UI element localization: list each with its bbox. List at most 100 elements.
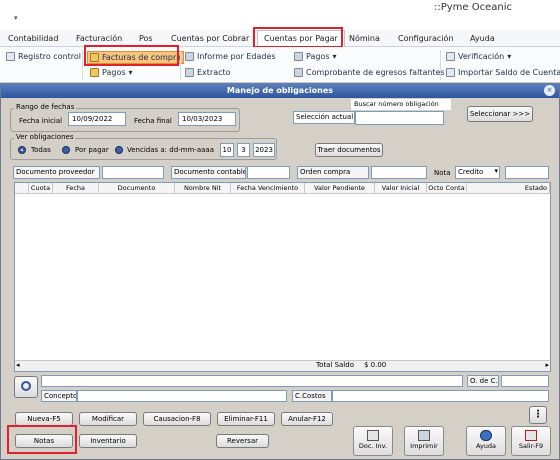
horizontal-scrollbar[interactable]: ◂ ▸ [15, 360, 550, 371]
total-saldo-value: $ 0.00 [364, 361, 387, 369]
orden-compra-label: Orden compra [297, 166, 369, 179]
todas-radio[interactable] [18, 146, 26, 154]
notas-button[interactable]: Notas [15, 434, 73, 448]
tab-pos[interactable]: Pos [139, 34, 153, 43]
scroll-left-icon[interactable]: ◂ [16, 361, 20, 369]
salir-label: Salir-F9 [518, 442, 544, 450]
fecha-inicial-input[interactable]: 10/09/2022 [68, 112, 126, 126]
verificacion-button[interactable]: Verificación ▾ [446, 52, 511, 61]
inventario-button[interactable]: Inventario [79, 434, 137, 448]
causacion-button[interactable]: Causacion-F8 [143, 412, 211, 426]
quick-access-dropdown-icon[interactable]: ▾ [14, 14, 18, 22]
eliminar-button[interactable]: Eliminar-F11 [217, 412, 275, 426]
informe-edades-button[interactable]: Informe por Edades [185, 52, 276, 61]
total-saldo-label: Total Saldo [316, 361, 354, 369]
scroll-right-icon[interactable]: ▸ [545, 361, 549, 369]
comprobante-egresos-button[interactable]: Comprobante de egresos faltantes [294, 68, 445, 77]
facturas-compra-label: Facturas de compra [102, 53, 182, 62]
pagos-button[interactable]: Pagos ▾ [294, 52, 337, 61]
buscar-label: Buscar número obligación [351, 99, 451, 110]
odec-input[interactable] [501, 375, 549, 387]
obligaciones-table[interactable]: Cuota Fecha Documento Nombre Nit Fecha V… [14, 182, 551, 372]
concepto-label: Concepto [41, 390, 77, 402]
tab-cuentas-por-pagar[interactable]: Cuentas por Pagar [257, 30, 345, 47]
app-titlebar: ▾ ::Pyme Oceanic [0, 0, 560, 30]
orden-compra-input[interactable] [371, 166, 427, 179]
invoice-icon [90, 53, 99, 62]
column-header[interactable]: Octo Conta [427, 183, 467, 194]
ribbon-tabs: Contabilidad Facturación Pos Cuentas por… [0, 30, 560, 47]
payments-icon [90, 68, 99, 77]
check-icon [446, 52, 455, 61]
ribbon-separator [180, 50, 181, 80]
printer-icon [185, 68, 194, 77]
doc-inv-label: Doc. Inv. [358, 442, 388, 450]
traer-documentos-button[interactable]: Traer documentos [315, 143, 383, 157]
tab-facturacion[interactable]: Facturación [76, 34, 122, 43]
tab-cuentas-por-cobrar[interactable]: Cuentas por Cobrar [171, 34, 249, 43]
doc-inv-button[interactable]: Doc. Inv. [353, 426, 393, 456]
concepto-input[interactable] [77, 390, 287, 402]
help-icon [480, 430, 492, 441]
column-header[interactable]: Estado [467, 183, 550, 194]
fecha-final-input[interactable]: 10/03/2023 [178, 112, 236, 126]
detalle-input[interactable] [41, 375, 463, 387]
column-header[interactable]: Valor Pendiente [305, 183, 375, 194]
nota-select-value: Credito [458, 168, 484, 176]
column-header[interactable]: Valor Inicial [375, 183, 427, 194]
importar-saldo-button[interactable]: Importar Saldo de Cuentas p [446, 68, 560, 77]
ribbon-separator [82, 50, 83, 80]
ribbon: Registro control Facturas de compra Pago… [0, 47, 560, 83]
imprimir-button[interactable]: Imprimir [404, 426, 444, 456]
vencidas-label: Vencidas a: dd-mm-aaaa [127, 146, 214, 154]
doc-contable-input[interactable] [247, 166, 290, 179]
printer-icon [294, 52, 303, 61]
salir-button[interactable]: Salir-F9 [511, 426, 551, 456]
seleccion-actual-input[interactable] [355, 111, 444, 125]
vencidas-radio[interactable] [115, 146, 123, 154]
column-header[interactable]: Cuota [29, 183, 53, 194]
search-button[interactable] [14, 376, 38, 398]
tab-nomina[interactable]: Nómina [349, 34, 380, 43]
nota-select[interactable]: Credito ▾ [455, 166, 500, 179]
nueva-button[interactable]: Nueva-F5 [15, 412, 73, 426]
reversar-button[interactable]: Reversar [216, 434, 269, 448]
doc-proveedor-input[interactable] [102, 166, 164, 179]
tab-configuracion[interactable]: Configuración [398, 34, 454, 43]
fecha-final-label: Fecha final [134, 117, 172, 125]
seleccionar-button[interactable]: Seleccionar >>> [467, 106, 533, 122]
vencidas-day-input[interactable]: 10 [220, 143, 234, 157]
por-pagar-radio[interactable] [62, 146, 70, 154]
ccostos-input[interactable] [332, 390, 549, 402]
pagos-left-button[interactable]: Pagos ▾ [90, 68, 133, 77]
modificar-button[interactable]: Modificar [79, 412, 137, 426]
doc-proveedor-label: Documento proveedor [13, 166, 100, 179]
register-icon [6, 52, 15, 61]
document-icon [367, 430, 379, 441]
todas-label: Todas [31, 146, 51, 154]
chevron-down-icon: ▾ [494, 167, 498, 175]
exit-icon [525, 430, 537, 441]
comprobante-egresos-label: Comprobante de egresos faltantes [306, 68, 445, 77]
magnifier-icon [21, 381, 31, 391]
column-header[interactable]: Fecha Vencimiento [231, 183, 305, 194]
pagos-left-label: Pagos [102, 68, 126, 77]
ayuda-button[interactable]: Ayuda [466, 426, 506, 456]
import-icon [446, 68, 455, 77]
nota-extra-input[interactable] [505, 166, 549, 179]
column-header-select [15, 183, 29, 194]
vencidas-month-input[interactable]: 3 [237, 143, 250, 157]
column-header[interactable]: Documento [99, 183, 175, 194]
column-header[interactable]: Fecha [53, 183, 99, 194]
column-header[interactable]: Nombre Nit [175, 183, 231, 194]
extracto-button[interactable]: Extracto [185, 68, 231, 77]
facturas-compra-button[interactable]: Facturas de compra [87, 51, 185, 64]
registro-control-button[interactable]: Registro control [6, 52, 81, 61]
more-options-button[interactable]: ⋮ [529, 406, 547, 424]
tab-contabilidad[interactable]: Contabilidad [8, 34, 58, 43]
pagos-label: Pagos [306, 52, 330, 61]
vencidas-year-input[interactable]: 2023 [253, 143, 275, 157]
close-icon[interactable]: × [544, 85, 555, 96]
tab-ayuda[interactable]: Ayuda [470, 34, 495, 43]
anular-button[interactable]: Anular-F12 [281, 412, 333, 426]
